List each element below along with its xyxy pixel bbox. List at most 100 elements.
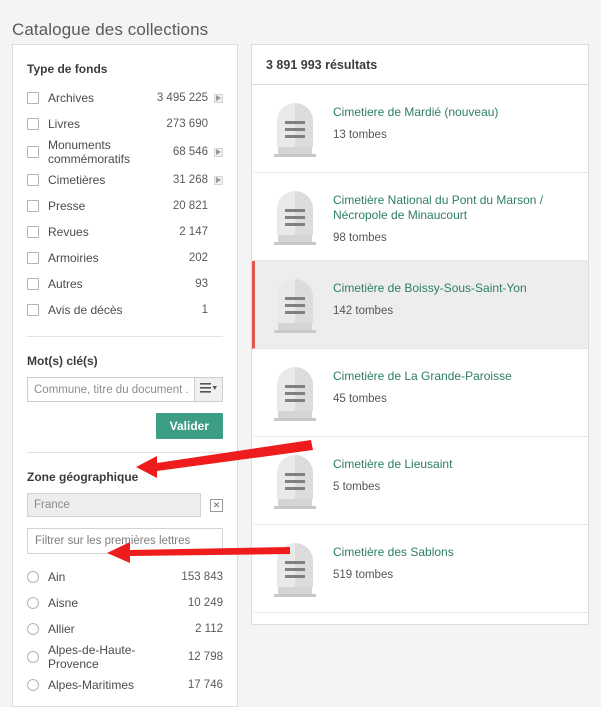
facet-checkbox[interactable]	[27, 278, 39, 291]
facet-checkbox[interactable]	[27, 252, 39, 265]
list-chevron-down-icon	[199, 381, 218, 399]
geo-option-label: Aisne	[48, 596, 79, 611]
result-item[interactable]: Cimetière National du Pont du Marson / N…	[252, 173, 588, 262]
result-item[interactable]: Cimetière des Sablons 519 tombes	[252, 525, 588, 614]
geographic-filter-input[interactable]	[27, 528, 223, 555]
tombstone-icon	[274, 451, 316, 510]
geo-option-label: Alpes-Maritimes	[48, 678, 135, 693]
facet-row[interactable]: Livres 273 690	[27, 111, 223, 137]
geo-option-radio[interactable]	[27, 679, 39, 692]
facet-label: Monuments commémoratifs	[48, 138, 131, 167]
geo-option-label: Alpes-de-Haute-Provence	[48, 643, 136, 672]
facet-label: Avis de décès	[48, 303, 123, 318]
result-body: Cimetière de Lieusaint 5 tombes	[333, 449, 578, 493]
facet-checkbox[interactable]	[27, 226, 39, 239]
facet-count: 202	[188, 252, 208, 265]
geo-option-row[interactable]: Aisne 10 249	[27, 590, 223, 616]
facet-label: Cimetières	[48, 173, 106, 188]
result-item[interactable]: Cimetière de Lieusaint 5 tombes	[252, 437, 588, 526]
facet-row[interactable]: Revues 2 147	[27, 219, 223, 245]
chevron-right-icon[interactable]	[214, 147, 223, 157]
result-body: Cimetiere de Mardié (nouveau) 13 tombes	[333, 97, 578, 141]
result-title[interactable]: Cimetiere de Mardié (nouveau)	[333, 105, 578, 120]
tombstone-icon	[274, 99, 316, 158]
facet-row[interactable]: Autres 93	[27, 271, 223, 297]
results-count: 3 891 993 résultats	[251, 44, 589, 86]
filters-sidebar: Type de fonds Archives 3 495 225 Livres 273…	[12, 44, 238, 707]
validate-button[interactable]: Valider	[155, 413, 223, 440]
chevron-right-icon[interactable]	[214, 175, 223, 185]
result-item[interactable]: Cimetiere de Mardié (nouveau) 13 tombes	[252, 85, 588, 174]
geo-option-row[interactable]: Alpes-de-Haute-Provence 12 798	[27, 642, 223, 672]
result-body: Cimetière des Sablons 519 tombes	[333, 537, 578, 581]
result-title[interactable]: Cimetière des Sablons	[333, 545, 578, 560]
geographic-zone-heading: Zone géographique	[27, 470, 139, 485]
result-title[interactable]: Cimetière de Lieusaint	[333, 457, 578, 472]
geo-option-radio[interactable]	[27, 623, 39, 636]
geo-option-count: 2 112	[195, 623, 223, 636]
divider-1	[27, 336, 223, 338]
facet-count: 2 147	[179, 226, 208, 239]
geo-option-count: 17 746	[187, 679, 223, 692]
fonds-facet-list: Archives 3 495 225 Livres 273 690 Monuments …	[27, 85, 223, 323]
facet-checkbox[interactable]	[27, 118, 39, 131]
geo-option-radio[interactable]	[27, 651, 39, 664]
facet-row[interactable]: Armoiries 202	[27, 245, 223, 271]
geo-option-label: Allier	[48, 622, 75, 637]
facet-label: Archives	[48, 91, 95, 106]
result-body: Cimetière National du Pont du Marson / N…	[333, 185, 578, 244]
facet-checkbox[interactable]	[27, 174, 39, 187]
result-subtitle: 142 tombes	[333, 305, 394, 318]
keywords-input[interactable]	[27, 377, 195, 403]
facet-label: Livres	[48, 117, 81, 132]
result-title[interactable]: Cimetière National du Pont du Marson / N…	[333, 193, 578, 223]
geographic-options-list: Ain 153 843 Aisne 10 249 Allier 2 112 Alpes-de…	[27, 564, 223, 698]
result-subtitle: 45 tombes	[333, 393, 387, 406]
facet-row[interactable]: Cimetières 31 268	[27, 167, 223, 193]
geo-option-row[interactable]: Alpes-Maritimes 17 746	[27, 672, 223, 698]
tombstone-icon	[274, 187, 316, 246]
facet-label: Revues	[48, 225, 89, 240]
facet-checkbox[interactable]	[27, 92, 39, 105]
result-item[interactable]: Cimetière de La Grande-Paroisse 45 tombes	[252, 349, 588, 438]
facet-row[interactable]: Presse 20 821	[27, 193, 223, 219]
page-title: Catalogue des collections	[12, 20, 209, 40]
geo-option-radio[interactable]	[27, 571, 39, 584]
result-title[interactable]: Cimetière de La Grande-Paroisse	[333, 369, 578, 384]
tombstone-icon	[274, 539, 316, 598]
facet-label: Presse	[48, 199, 86, 214]
geo-option-row[interactable]: Allier 2 112	[27, 616, 223, 642]
fonds-section-heading: Type de fonds	[27, 62, 108, 77]
keywords-field-row	[27, 377, 223, 403]
facet-count: 20 821	[172, 200, 208, 213]
facet-checkbox[interactable]	[27, 146, 39, 159]
geo-option-radio[interactable]	[27, 597, 39, 610]
geographic-zone-field[interactable]	[27, 493, 201, 518]
facet-count: 68 546	[172, 146, 208, 159]
close-box-icon[interactable]: ✕	[210, 498, 223, 512]
geo-option-count: 153 843	[181, 571, 223, 584]
keywords-submit-row: Valider	[27, 413, 223, 440]
geo-option-label: Ain	[48, 570, 66, 585]
result-title[interactable]: Cimetière de Boissy-Sous-Saint-Yon	[333, 281, 578, 296]
facet-row[interactable]: Monuments commémoratifs 68 546	[27, 137, 223, 167]
facet-checkbox[interactable]	[27, 304, 39, 317]
facet-expand-spacer	[214, 306, 223, 315]
facet-checkbox[interactable]	[27, 200, 39, 213]
geo-option-row[interactable]: Ain 153 843	[27, 564, 223, 590]
facet-row[interactable]: Archives 3 495 225	[27, 85, 223, 111]
result-item[interactable]: Cimetière de Boissy-Sous-Saint-Yon 142 to…	[252, 261, 588, 350]
facet-expand-spacer	[214, 202, 223, 211]
result-body: Cimetière de La Grande-Paroisse 45 tombes	[333, 361, 578, 405]
keywords-dropdown-button[interactable]	[195, 377, 223, 403]
geo-option-count: 12 798	[187, 651, 223, 664]
chevron-right-icon[interactable]	[214, 93, 223, 103]
tombstone-icon	[274, 363, 316, 422]
tombstone-icon	[274, 275, 316, 334]
result-subtitle: 5 tombes	[333, 481, 381, 494]
main-layout: Type de fonds Archives 3 495 225 Livres 273…	[0, 44, 601, 707]
geographic-zone-row: ✕	[27, 493, 223, 518]
facet-row[interactable]: Avis de décès 1	[27, 297, 223, 323]
results-panel: 3 891 993 résultats Cimetiere de Mardié …	[251, 44, 589, 626]
facet-expand-spacer	[214, 120, 223, 129]
